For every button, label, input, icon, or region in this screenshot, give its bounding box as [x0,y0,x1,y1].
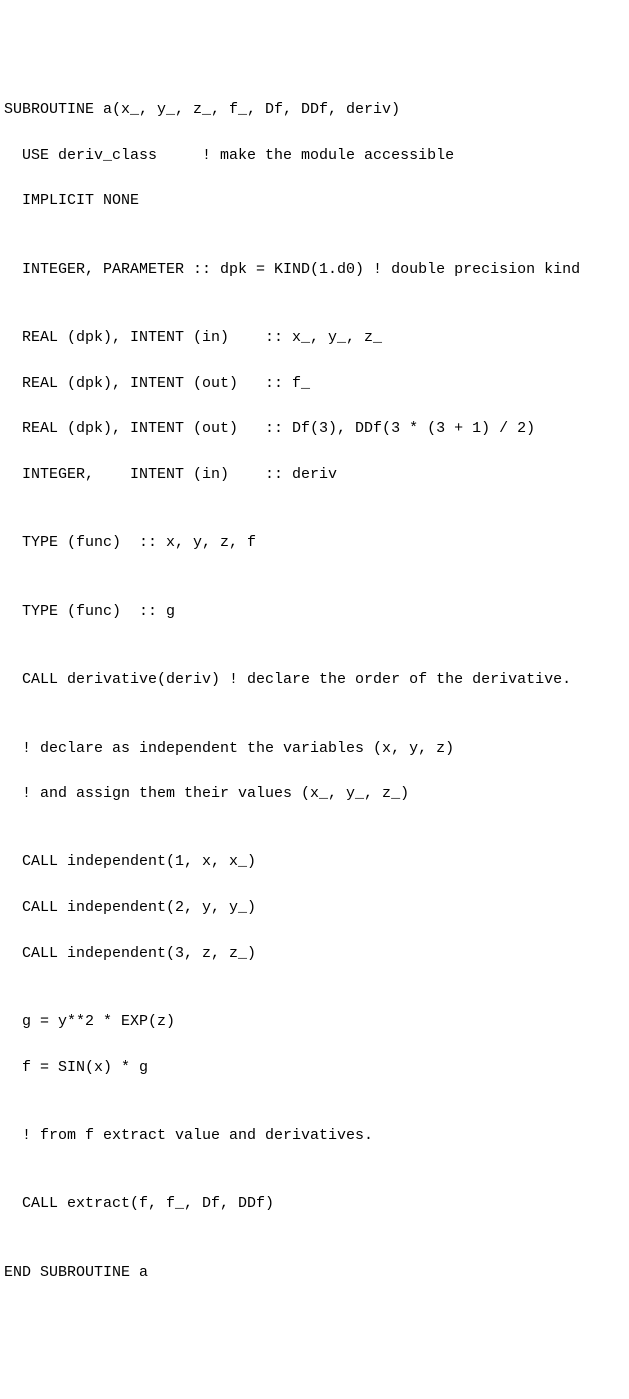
code-line: f = SIN(x) * g [4,1057,625,1080]
code-line: ! and assign them their values (x_, y_, … [4,783,625,806]
code-line: CALL independent(1, x, x_) [4,851,625,874]
code-line: INTEGER, PARAMETER :: dpk = KIND(1.d0) !… [4,259,625,282]
code-line: INTEGER, INTENT (in) :: deriv [4,464,625,487]
code-line: SUBROUTINE a(x_, y_, z_, f_, Df, DDf, de… [4,99,625,122]
code-line: CALL independent(3, z, z_) [4,943,625,966]
code-line: TYPE (func) :: x, y, z, f [4,532,625,555]
code-line: REAL (dpk), INTENT (out) :: f_ [4,373,625,396]
code-line: REAL (dpk), INTENT (in) :: x_, y_, z_ [4,327,625,350]
code-line: ! from f extract value and derivatives. [4,1125,625,1148]
code-line: CALL derivative(deriv) ! declare the ord… [4,669,625,692]
code-line: CALL independent(2, y, y_) [4,897,625,920]
code-line: TYPE (func) :: g [4,601,625,624]
code-line: END SUBROUTINE a [4,1262,625,1285]
code-line: REAL (dpk), INTENT (out) :: Df(3), DDf(3… [4,418,625,441]
code-line: ! declare as independent the variables (… [4,738,625,761]
code-line: CALL extract(f, f_, Df, DDf) [4,1193,625,1216]
code-line: USE deriv_class ! make the module access… [4,145,625,168]
code-line: g = y**2 * EXP(z) [4,1011,625,1034]
code-line: IMPLICIT NONE [4,190,625,213]
